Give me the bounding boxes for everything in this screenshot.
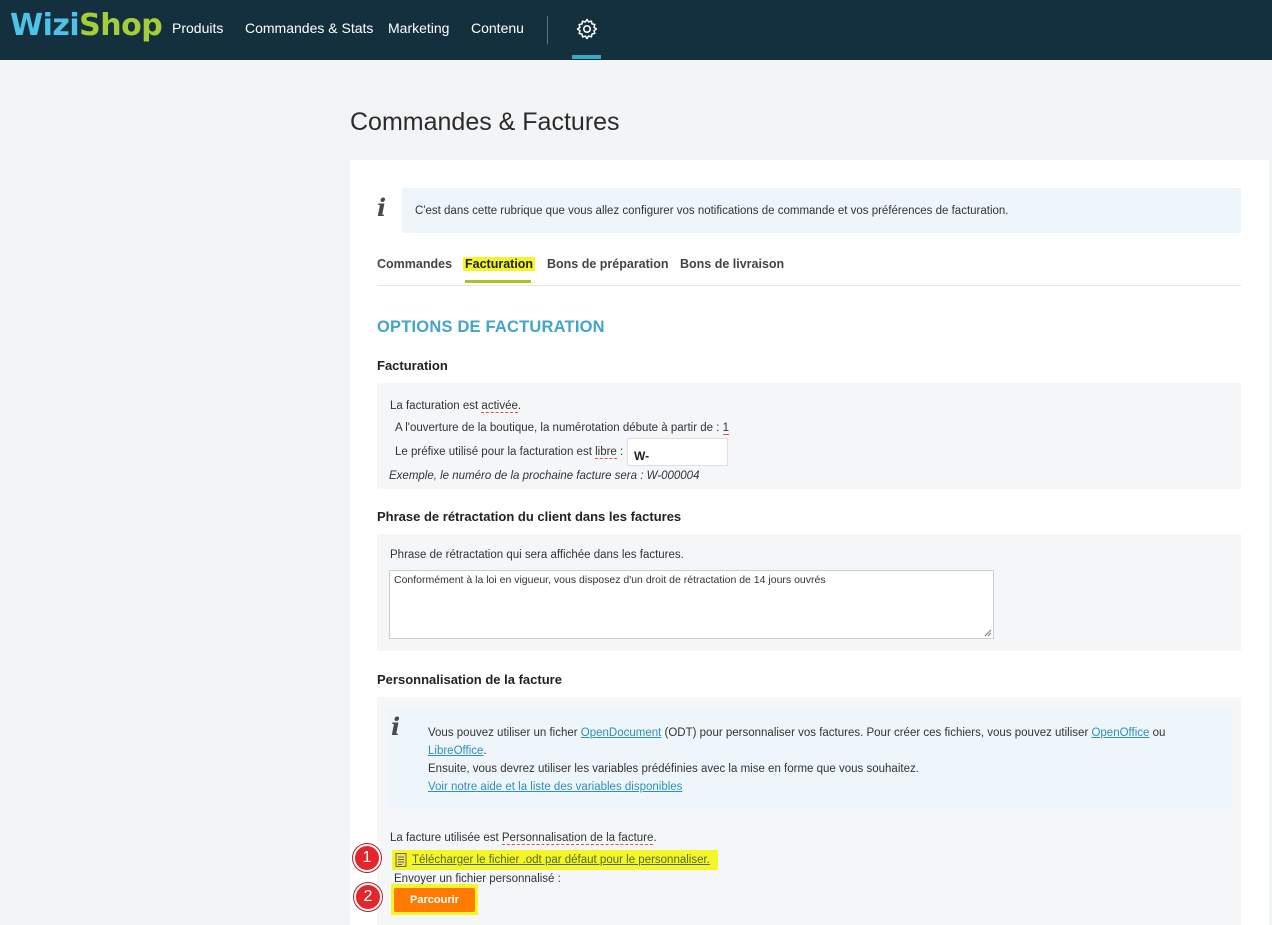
used-invoice-text: La facture utilisée est Personnalisation… bbox=[390, 832, 657, 845]
step-badge-1: 1 bbox=[353, 844, 381, 872]
info-text: Vous pouvez utiliser un ficher bbox=[428, 727, 581, 739]
status-value: activée bbox=[481, 400, 518, 413]
resize-grip-icon[interactable] bbox=[984, 629, 992, 637]
page-title: Commandes & Factures bbox=[350, 108, 620, 136]
browse-button[interactable]: Parcourir bbox=[394, 888, 475, 912]
status-suffix: . bbox=[517, 400, 522, 412]
settings-active-indicator bbox=[572, 55, 601, 59]
nav-contenu[interactable]: Contenu bbox=[471, 20, 524, 36]
facturation-example: Exemple, le numéro de la prochaine factu… bbox=[389, 470, 700, 482]
nav-produits[interactable]: Produits bbox=[172, 20, 223, 36]
openoffice-link[interactable]: OpenOffice bbox=[1091, 727, 1149, 739]
used-prefix: La facture utilisée est bbox=[390, 832, 502, 844]
status-prefix: La facturation est bbox=[390, 400, 482, 412]
used-value: Personnalisation de la facture bbox=[501, 832, 654, 845]
nav-marketing[interactable]: Marketing bbox=[388, 20, 449, 36]
tab-bons-de-preparation[interactable]: Bons de préparation bbox=[547, 257, 669, 271]
prefix-label-start: Le préfixe utilisé pour la facturation e… bbox=[395, 446, 596, 458]
wizishop-logo[interactable]: WiziShop bbox=[10, 8, 163, 43]
help-variables-link[interactable]: Voir notre aide et la liste des variable… bbox=[428, 781, 682, 793]
logo-text-wizi: Wizi bbox=[10, 8, 80, 43]
info-text: (ODT) pour personnaliser vos factures. P… bbox=[661, 727, 1092, 739]
prefix-label-value: libre bbox=[595, 446, 617, 459]
libreoffice-link[interactable]: LibreOffice bbox=[428, 745, 483, 757]
info-banner-text: C'est dans cette rubrique que vous allez… bbox=[415, 205, 1009, 217]
retractation-label: Phrase de rétractation qui sera affichée… bbox=[390, 549, 684, 561]
facturation-numbering: A l'ouverture de la boutique, la numérot… bbox=[395, 422, 730, 435]
prefix-input[interactable] bbox=[627, 438, 728, 466]
nav-divider bbox=[547, 16, 548, 44]
nav-commandes-stats[interactable]: Commandes & Stats bbox=[245, 20, 373, 36]
document-icon bbox=[395, 853, 407, 867]
tab-commandes[interactable]: Commandes bbox=[377, 257, 452, 271]
download-odt-link[interactable]: Télécharger le fichier .odt par défaut p… bbox=[412, 854, 710, 866]
info-banner: C'est dans cette rubrique que vous allez… bbox=[402, 188, 1241, 233]
gear-icon[interactable] bbox=[575, 17, 599, 41]
logo-text-shop: Shop bbox=[79, 8, 163, 43]
personnalisation-info-box bbox=[387, 709, 1231, 808]
facturation-prefix-label: Le préfixe utilisé pour la facturation e… bbox=[395, 446, 624, 459]
numbering-prefix: A l'ouverture de la boutique, la numérot… bbox=[395, 422, 723, 434]
personnalisation-heading: Personnalisation de la facture bbox=[377, 672, 562, 687]
facturation-heading: Facturation bbox=[377, 358, 448, 373]
section-title: OPTIONS DE FACTURATION bbox=[377, 318, 605, 336]
info-text: . bbox=[483, 745, 487, 757]
tab-bons-de-livraison[interactable]: Bons de livraison bbox=[680, 257, 784, 271]
prefix-label-end: : bbox=[616, 446, 624, 458]
numbering-value: 1 bbox=[722, 422, 730, 435]
top-navigation-bar: WiziShop Produits Commandes & Stats Mark… bbox=[0, 0, 1272, 60]
active-tab-indicator bbox=[465, 280, 531, 283]
used-suffix: . bbox=[653, 832, 657, 844]
facturation-status: La facturation est activée. bbox=[390, 400, 522, 413]
info-icon: i bbox=[391, 712, 401, 741]
personnalisation-info-line3: Ensuite, vous devrez utiliser les variab… bbox=[428, 763, 919, 775]
info-text: ou bbox=[1149, 727, 1166, 739]
tab-facturation[interactable]: Facturation bbox=[463, 257, 536, 271]
retractation-heading: Phrase de rétractation du client dans le… bbox=[377, 509, 682, 524]
opendocument-link[interactable]: OpenDocument bbox=[581, 727, 662, 739]
info-icon: i bbox=[377, 193, 387, 222]
retractation-textarea[interactable]: Conformément à la loi en vigueur, vous d… bbox=[389, 570, 994, 639]
personnalisation-info-line1: Vous pouvez utiliser un ficher OpenDocum… bbox=[428, 727, 1165, 739]
tabs-divider bbox=[377, 285, 1241, 286]
personnalisation-info-line2: LibreOffice. bbox=[428, 745, 487, 757]
step-badge-2: 2 bbox=[354, 883, 382, 911]
